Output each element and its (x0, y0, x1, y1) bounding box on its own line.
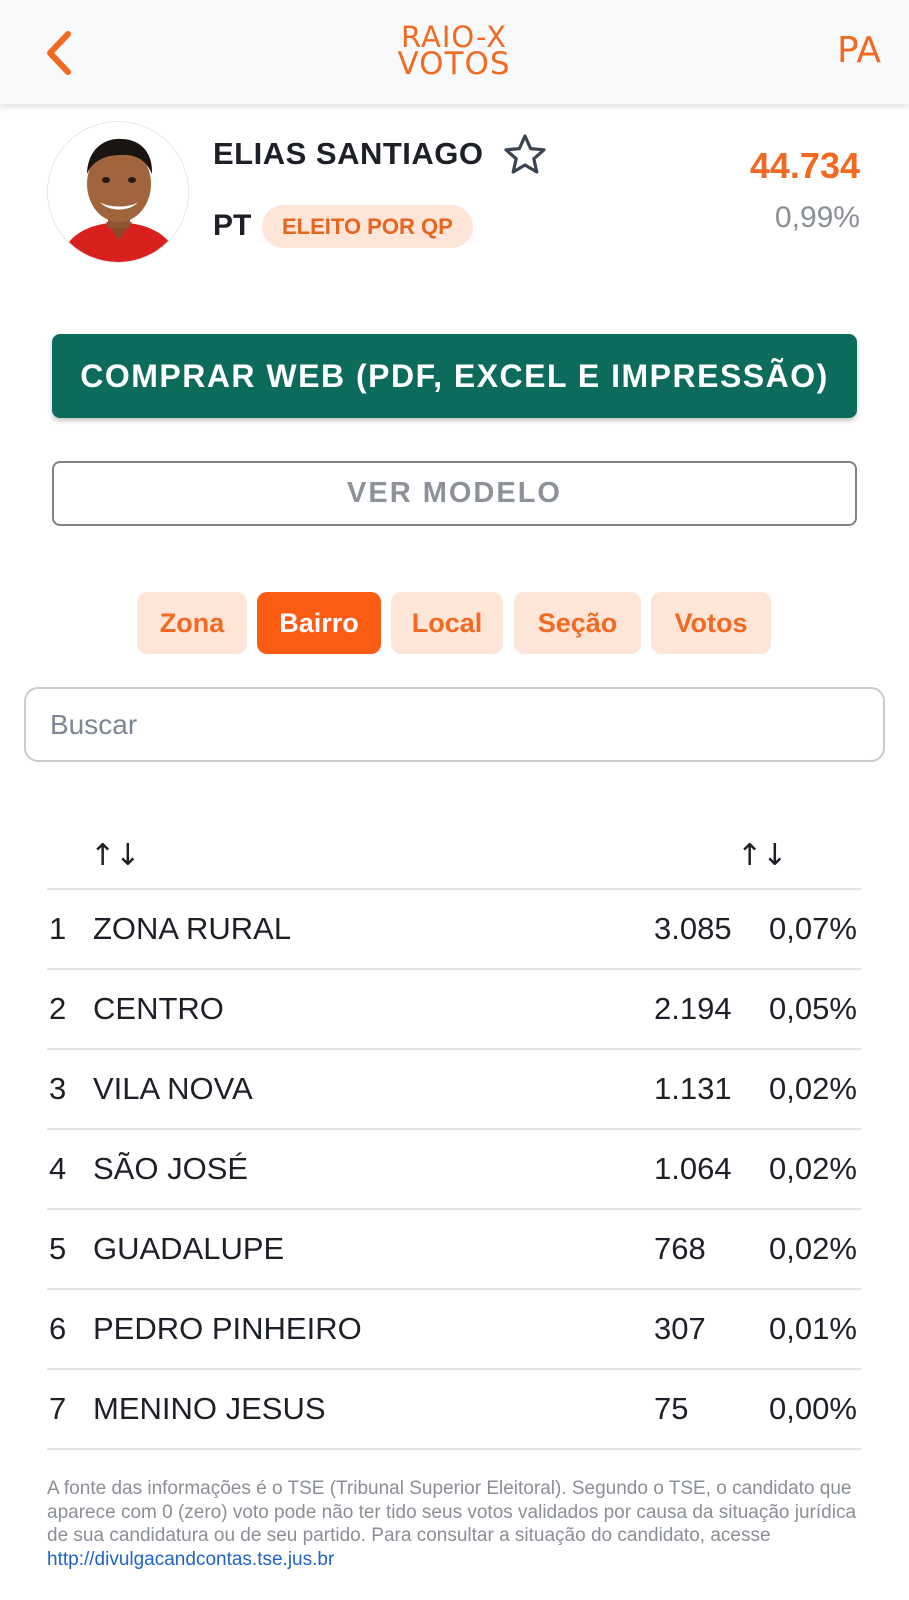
state-selector[interactable]: PA (837, 30, 881, 71)
candidate-party: PT (213, 209, 252, 242)
logo-line-2: VOTOS (397, 46, 511, 82)
table-row[interactable]: 2 CENTRO 2.194 0,05% (47, 969, 862, 1047)
buy-web-button[interactable]: COMPRAR WEB (PDF, EXCEL E IMPRESSÃO) (52, 334, 857, 418)
sort-bairro-icon[interactable]: ↑↓ (90, 838, 140, 873)
row-bairro: CENTRO (93, 991, 224, 1026)
row-bairro: VILA NOVA (93, 1071, 253, 1106)
row-rank: 2 (49, 991, 67, 1026)
row-votes: 1.131 (654, 1071, 732, 1106)
source-footnote: A fonte das informações é o TSE (Tribuna… (47, 1477, 867, 1571)
row-votes: 1.064 (654, 1151, 732, 1186)
total-percentage: 0,99% (774, 201, 860, 234)
divider (47, 1448, 862, 1450)
row-votes: 2.194 (654, 991, 732, 1026)
star-outline-icon (504, 134, 546, 174)
table-row[interactable]: 6 PEDRO PINHEIRO 307 0,01% (47, 1289, 862, 1367)
footnote-text: A fonte das informações é o TSE (Tribuna… (47, 1478, 857, 1546)
row-rank: 6 (49, 1311, 67, 1346)
row-votes: 768 (654, 1231, 706, 1266)
table-row[interactable]: 1 ZONA RURAL 3.085 0,07% (47, 889, 862, 967)
row-percentage: 0,02% (769, 1231, 857, 1266)
row-rank: 7 (49, 1391, 67, 1426)
row-percentage: 0,01% (769, 1311, 857, 1346)
tab-zona[interactable]: Zona (137, 592, 247, 654)
total-votes: 44.734 (749, 145, 860, 186)
row-percentage: 0,02% (769, 1071, 857, 1106)
view-model-button[interactable]: VER MODELO (52, 461, 857, 526)
tse-link[interactable]: http://divulgacandcontas.tse.jus.br (47, 1549, 334, 1570)
row-rank: 3 (49, 1071, 67, 1106)
row-percentage: 0,05% (769, 991, 857, 1026)
row-rank: 1 (49, 911, 67, 946)
candidate-avatar (47, 121, 189, 263)
sort-votes-icon[interactable]: ↑↓ (737, 838, 787, 873)
table-row[interactable]: 7 MENINO JESUS 75 0,00% (47, 1369, 862, 1447)
tab-local[interactable]: Local (391, 592, 503, 654)
row-bairro: PEDRO PINHEIRO (93, 1311, 362, 1346)
app-logo: RAIO-X VOTOS (389, 23, 519, 84)
row-bairro: SÃO JOSÉ (93, 1151, 249, 1186)
table-row[interactable]: 4 SÃO JOSÉ 1.064 0,02% (47, 1129, 862, 1207)
row-percentage: 0,07% (769, 911, 857, 946)
status-badge: ELEITO POR QP (262, 205, 473, 248)
favorite-button[interactable] (502, 132, 548, 178)
search-input[interactable] (24, 687, 885, 762)
row-percentage: 0,02% (769, 1151, 857, 1186)
row-votes: 75 (654, 1391, 689, 1426)
table-row[interactable]: 5 GUADALUPE 768 0,02% (47, 1209, 862, 1287)
tab-bairro[interactable]: Bairro (257, 592, 381, 654)
row-rank: 4 (49, 1151, 67, 1186)
row-rank: 5 (49, 1231, 67, 1266)
table-row[interactable]: 3 VILA NOVA 1.131 0,02% (47, 1049, 862, 1127)
tab-secao[interactable]: Seção (514, 592, 641, 654)
row-bairro: MENINO JESUS (93, 1391, 326, 1426)
row-votes: 307 (654, 1311, 706, 1346)
row-bairro: GUADALUPE (93, 1231, 285, 1266)
app-header: RAIO-X VOTOS PA (0, 0, 909, 104)
row-votes: 3.085 (654, 911, 732, 946)
back-button[interactable] (38, 28, 82, 78)
row-percentage: 0,00% (769, 1391, 857, 1426)
chevron-left-icon (47, 31, 71, 75)
tab-votos[interactable]: Votos (651, 592, 771, 654)
candidate-name: ELIAS SANTIAGO (213, 136, 484, 171)
row-bairro: ZONA RURAL (93, 911, 292, 946)
